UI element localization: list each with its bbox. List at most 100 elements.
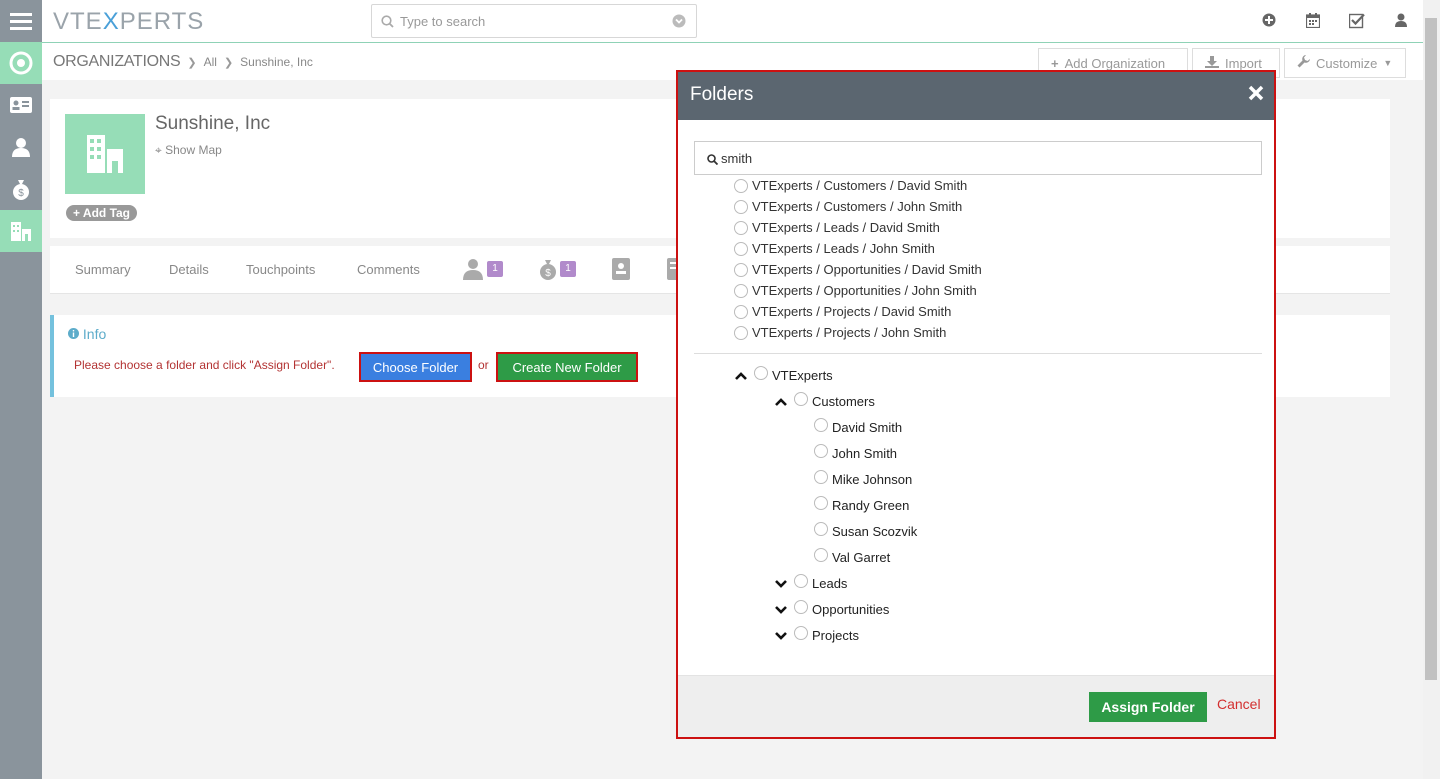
tree-node-opportunities[interactable]: Opportunities: [774, 599, 889, 617]
tree-node-leaf[interactable]: Val Garret: [814, 547, 890, 565]
radio-button[interactable]: [794, 573, 808, 588]
radio-button[interactable]: [794, 599, 808, 614]
record-name: Sunshine, Inc: [155, 113, 271, 134]
tree-node-label: David Smith: [832, 420, 903, 435]
folder-search-input[interactable]: smith: [694, 141, 1262, 175]
home-icon[interactable]: [0, 42, 42, 84]
search-result-label: VTExperts / Leads / David Smith: [752, 220, 940, 235]
tab-comments[interactable]: Comments: [357, 262, 420, 277]
search-result-item[interactable]: VTExperts / Customers / John Smith: [734, 199, 962, 214]
radio-button[interactable]: [734, 283, 748, 298]
person-icon[interactable]: [0, 126, 42, 168]
modal-footer: Assign Folder Cancel: [678, 675, 1274, 737]
choose-folder-button[interactable]: Choose Folder: [359, 352, 472, 382]
radio-button[interactable]: [814, 469, 828, 484]
add-tag-button[interactable]: + Add Tag: [66, 205, 138, 221]
tree-node-customers[interactable]: Customers: [774, 391, 875, 409]
radio-button[interactable]: [794, 625, 808, 640]
user-menu-icon[interactable]: [1395, 13, 1407, 30]
search-result-item[interactable]: VTExperts / Customers / David Smith: [734, 178, 967, 193]
tree-node-leaf[interactable]: John Smith: [814, 443, 897, 461]
tree-node-label: Leads: [812, 576, 848, 591]
show-map-label: Show Map: [165, 143, 222, 157]
search-result-item[interactable]: VTExperts / Leads / John Smith: [734, 241, 935, 256]
add-tag-label: Add Tag: [82, 206, 131, 220]
chevron-down-circle-icon[interactable]: [672, 14, 686, 31]
info-circle-icon: [68, 326, 83, 342]
left-rail: $: [0, 0, 42, 779]
chevron-down-icon: [775, 631, 787, 640]
chevron-up-icon: [735, 371, 747, 380]
radio-button[interactable]: [814, 521, 828, 536]
calendar-icon[interactable]: [1305, 13, 1321, 31]
global-search-input[interactable]: Type to search: [371, 4, 697, 38]
create-new-folder-button[interactable]: Create New Folder: [496, 352, 638, 382]
breadcrumb-module[interactable]: ORGANIZATIONS: [53, 53, 181, 71]
page-scrollbar[interactable]: [1423, 0, 1440, 779]
tree-node-leads[interactable]: Leads: [774, 573, 848, 591]
contact-card-icon[interactable]: [0, 84, 42, 126]
radio-button[interactable]: [794, 391, 808, 406]
tab-touchpoints[interactable]: Touchpoints: [246, 262, 315, 277]
tree-node-label: Mike Johnson: [832, 472, 913, 487]
search-result-item[interactable]: VTExperts / Opportunities / John Smith: [734, 283, 977, 298]
search-result-item[interactable]: VTExperts / Projects / John Smith: [734, 325, 946, 340]
tree-node-projects[interactable]: Projects: [774, 625, 859, 643]
chevron-right-icon: ❯: [223, 56, 234, 69]
search-icon: [381, 15, 394, 31]
wrench-icon: [1297, 55, 1310, 71]
menu-icon[interactable]: [0, 0, 42, 42]
tree-node-leaf[interactable]: David Smith: [814, 417, 903, 435]
close-icon[interactable]: [1248, 85, 1264, 104]
folder-search-value: smith: [721, 151, 753, 166]
radio-button[interactable]: [734, 304, 748, 319]
search-result-item[interactable]: VTExperts / Opportunities / David Smith: [734, 262, 982, 277]
tree-node-label: Customers: [812, 394, 875, 409]
tasks-check-icon[interactable]: [1348, 13, 1365, 32]
add-circle-icon[interactable]: [1262, 13, 1276, 30]
tab-deals[interactable]: $ 1: [539, 258, 576, 280]
breadcrumb-filter[interactable]: All: [204, 55, 217, 69]
tab-contacts[interactable]: 1: [462, 258, 503, 280]
radio-button[interactable]: [734, 262, 748, 277]
radio-button[interactable]: [734, 241, 748, 256]
chevron-down-icon: [775, 605, 787, 614]
search-result-item[interactable]: VTExperts / Projects / David Smith: [734, 304, 951, 319]
radio-button[interactable]: [814, 547, 828, 562]
tree-node-label: Projects: [812, 628, 859, 643]
assign-folder-button[interactable]: Assign Folder: [1089, 692, 1207, 722]
tab-documents[interactable]: [612, 258, 630, 280]
customize-button[interactable]: Customize ▼: [1284, 48, 1406, 78]
tree-node-leaf[interactable]: Mike Johnson: [814, 469, 913, 487]
organization-icon[interactable]: [0, 210, 42, 252]
cancel-link[interactable]: Cancel: [1217, 696, 1261, 712]
radio-button[interactable]: [814, 495, 828, 510]
top-bar: VTEXPERTS Type to search: [42, 0, 1423, 43]
radio-button[interactable]: [814, 417, 828, 432]
search-result-item[interactable]: VTExperts / Leads / David Smith: [734, 220, 940, 235]
search-result-label: VTExperts / Opportunities / David Smith: [752, 262, 982, 277]
radio-button[interactable]: [734, 178, 748, 193]
chevron-down-icon: [775, 579, 787, 588]
svg-text:$: $: [18, 188, 24, 199]
breadcrumb-record: Sunshine, Inc: [240, 55, 313, 69]
search-placeholder: Type to search: [400, 14, 486, 29]
tree-node-leaf[interactable]: Susan Scozvik: [814, 521, 917, 539]
money-bag-icon[interactable]: $: [0, 168, 42, 210]
app-logo[interactable]: VTEXPERTS: [53, 8, 204, 36]
radio-button[interactable]: [734, 199, 748, 214]
tab-details[interactable]: Details: [169, 262, 209, 277]
radio-button[interactable]: [754, 365, 768, 380]
radio-button[interactable]: [734, 325, 748, 340]
show-map-link[interactable]: ⌖ Show Map: [155, 143, 222, 158]
tree-node-leaf[interactable]: Randy Green: [814, 495, 909, 513]
scrollbar-thumb[interactable]: [1425, 18, 1437, 680]
tab-summary[interactable]: Summary: [75, 262, 131, 277]
info-title: Info: [68, 326, 106, 342]
tree-node-vtexperts[interactable]: VTExperts: [734, 365, 833, 383]
or-label: or: [478, 358, 489, 372]
radio-button[interactable]: [734, 220, 748, 235]
search-result-label: VTExperts / Customers / John Smith: [752, 199, 963, 214]
person-icon: [463, 259, 483, 280]
radio-button[interactable]: [814, 443, 828, 458]
